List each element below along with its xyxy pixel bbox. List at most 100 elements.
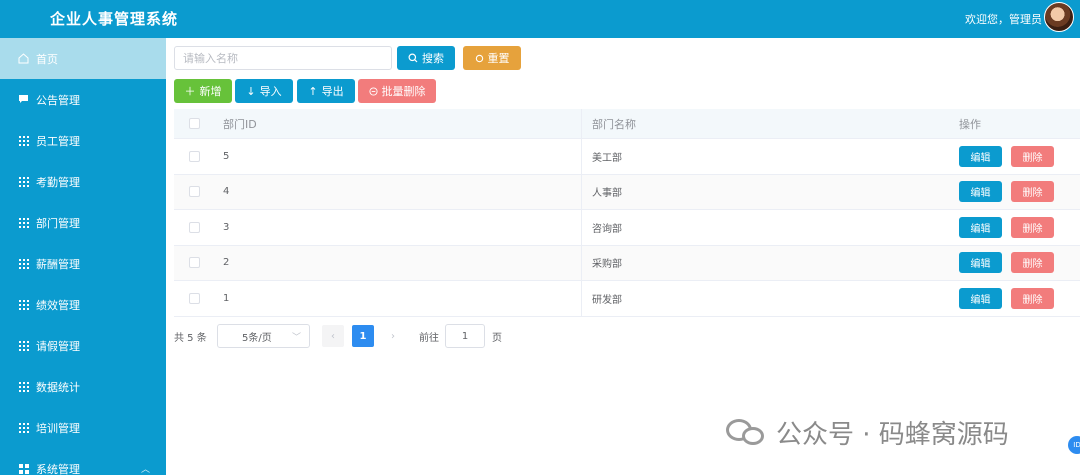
app-title: 企业人事管理系统 bbox=[50, 10, 179, 28]
row-checkbox[interactable] bbox=[189, 257, 200, 269]
remove-circle-icon bbox=[368, 86, 378, 96]
welcome-text: 欢迎您，管理员 bbox=[965, 13, 1042, 26]
plus-icon: ＋ bbox=[184, 85, 196, 98]
search-input[interactable] bbox=[174, 46, 392, 70]
import-button-label: 导入 bbox=[259, 85, 282, 98]
column-header-name: 部门名称 bbox=[592, 117, 636, 131]
table-row: 4 人事部 编辑 删除 bbox=[174, 174, 1080, 210]
message-icon bbox=[18, 94, 29, 105]
search-button[interactable]: 搜索 bbox=[397, 46, 455, 70]
reset-button-label: 重置 bbox=[487, 52, 510, 65]
column-header-ops: 操作 bbox=[959, 117, 981, 131]
sidebar-item-training[interactable]: 培训管理 bbox=[0, 407, 166, 448]
delete-button[interactable]: 删除 bbox=[1011, 216, 1054, 238]
edit-button[interactable]: 编辑 bbox=[959, 216, 1002, 238]
edit-button[interactable]: 编辑 bbox=[959, 145, 1002, 167]
sidebar-item-performance[interactable]: 绩效管理 bbox=[0, 284, 166, 325]
arrow-down-icon: ↓ bbox=[246, 84, 256, 98]
arrow-up-icon: ↑ bbox=[308, 84, 318, 98]
sidebar-item-label: 部门管理 bbox=[36, 216, 80, 230]
batch-delete-button[interactable]: 批量删除 bbox=[358, 79, 436, 103]
chevron-down-icon: ﹀ bbox=[291, 333, 301, 343]
delete-button[interactable]: 删除 bbox=[1011, 252, 1054, 274]
table-row: 3 咨询部 编辑 删除 bbox=[174, 210, 1080, 246]
search-icon bbox=[408, 53, 418, 63]
sidebar-item-system[interactable]: 系统管理 ︿ bbox=[0, 448, 166, 475]
chevron-right-icon: › bbox=[391, 330, 395, 342]
prev-page-button[interactable]: ‹ bbox=[322, 325, 344, 347]
chevron-left-icon: ‹ bbox=[331, 330, 335, 342]
goto-unit: 页 bbox=[492, 333, 502, 344]
sidebar-item-leave[interactable]: 请假管理 bbox=[0, 325, 166, 366]
goto-label: 前往 bbox=[419, 333, 439, 344]
cell-name: 研发部 bbox=[592, 294, 622, 306]
grid-icon bbox=[18, 463, 29, 474]
main-content: 搜索 重置 ＋ 新增 ↓ 导入 ↑ 导出 批量删除 部门ID 部门名称 bbox=[166, 38, 1080, 475]
sidebar-item-employee[interactable]: 员工管理 bbox=[0, 120, 166, 161]
add-button[interactable]: ＋ 新增 bbox=[174, 79, 232, 103]
table-row: 2 采购部 编辑 删除 bbox=[174, 245, 1080, 281]
row-checkbox[interactable] bbox=[189, 221, 200, 233]
refresh-icon bbox=[475, 54, 483, 62]
total-count: 共 5 条 bbox=[174, 333, 207, 344]
search-button-label: 搜索 bbox=[422, 52, 444, 65]
chevron-up-icon: ︿ bbox=[140, 465, 150, 475]
delete-button[interactable]: 删除 bbox=[1011, 145, 1054, 167]
watermark-text: 公众号 · 码蜂窝源码 bbox=[776, 419, 1009, 450]
row-checkbox[interactable] bbox=[189, 292, 200, 304]
grid-icon bbox=[18, 340, 29, 351]
top-header: 企业人事管理系统 欢迎您，管理员 bbox=[0, 0, 1080, 38]
sidebar-item-attendance[interactable]: 考勤管理 bbox=[0, 161, 166, 202]
grid-icon bbox=[18, 381, 29, 392]
edit-button[interactable]: 编辑 bbox=[959, 181, 1002, 203]
department-table: 部门ID 部门名称 操作 5 美工部 编辑 删除 4 人事部 编辑 删除 3 咨… bbox=[174, 109, 1080, 317]
select-all-checkbox[interactable] bbox=[189, 118, 200, 129]
floating-badge-icon[interactable]: ID bbox=[1068, 436, 1080, 454]
cell-id: 1 bbox=[215, 281, 582, 316]
sidebar-item-department[interactable]: 部门管理 bbox=[0, 202, 166, 243]
import-button[interactable]: ↓ 导入 bbox=[235, 79, 293, 103]
page-number[interactable]: 1 bbox=[352, 325, 374, 347]
sidebar-item-statistics[interactable]: 数据统计 bbox=[0, 366, 166, 407]
edit-button[interactable]: 编辑 bbox=[959, 287, 1002, 309]
goto-page-input[interactable] bbox=[445, 324, 485, 348]
add-button-label: 新增 bbox=[199, 85, 222, 98]
grid-icon bbox=[18, 258, 29, 269]
sidebar-item-label: 薪酬管理 bbox=[36, 257, 80, 271]
next-page-button[interactable]: › bbox=[382, 325, 404, 347]
page-size-select[interactable]: 5条/页 ﹀ bbox=[217, 324, 310, 348]
grid-icon bbox=[18, 217, 29, 228]
sidebar-item-label: 考勤管理 bbox=[36, 175, 80, 189]
cell-name: 美工部 bbox=[592, 152, 622, 164]
avatar[interactable] bbox=[1044, 2, 1074, 32]
sidebar-item-label: 培训管理 bbox=[36, 421, 80, 435]
edit-button[interactable]: 编辑 bbox=[959, 252, 1002, 274]
batch-delete-button-label: 批量删除 bbox=[381, 85, 426, 98]
table-header: 部门ID 部门名称 操作 bbox=[174, 109, 1080, 139]
row-checkbox[interactable] bbox=[189, 150, 200, 162]
sidebar-item-label: 请假管理 bbox=[36, 339, 80, 353]
sidebar-item-label: 绩效管理 bbox=[36, 298, 80, 312]
grid-icon bbox=[18, 135, 29, 146]
sidebar-item-label: 员工管理 bbox=[36, 134, 80, 148]
sidebar-item-home[interactable]: 首页 bbox=[0, 38, 166, 79]
export-button-label: 导出 bbox=[321, 85, 344, 98]
table-row: 1 研发部 编辑 删除 bbox=[174, 281, 1080, 317]
row-checkbox[interactable] bbox=[189, 186, 200, 198]
export-button[interactable]: ↑ 导出 bbox=[297, 79, 355, 103]
reset-button[interactable]: 重置 bbox=[463, 46, 521, 70]
sidebar-item-salary[interactable]: 薪酬管理 bbox=[0, 243, 166, 284]
cell-id: 3 bbox=[215, 210, 582, 245]
home-icon bbox=[18, 53, 29, 64]
delete-button[interactable]: 删除 bbox=[1011, 287, 1054, 309]
sidebar: 首页 公告管理 员工管理 考勤管理 部门管理 薪酬管理 绩效管理 请假管理 数据… bbox=[0, 38, 166, 475]
grid-icon bbox=[18, 176, 29, 187]
page-size-value: 5条/页 bbox=[242, 332, 272, 344]
watermark: 公众号 · 码蜂窝源码 bbox=[726, 412, 1009, 452]
cell-name: 咨询部 bbox=[592, 223, 622, 235]
grid-icon bbox=[18, 299, 29, 310]
wechat-icon bbox=[726, 417, 768, 447]
delete-button[interactable]: 删除 bbox=[1011, 181, 1054, 203]
sidebar-item-announcement[interactable]: 公告管理 bbox=[0, 79, 166, 120]
cell-id: 4 bbox=[215, 174, 582, 209]
